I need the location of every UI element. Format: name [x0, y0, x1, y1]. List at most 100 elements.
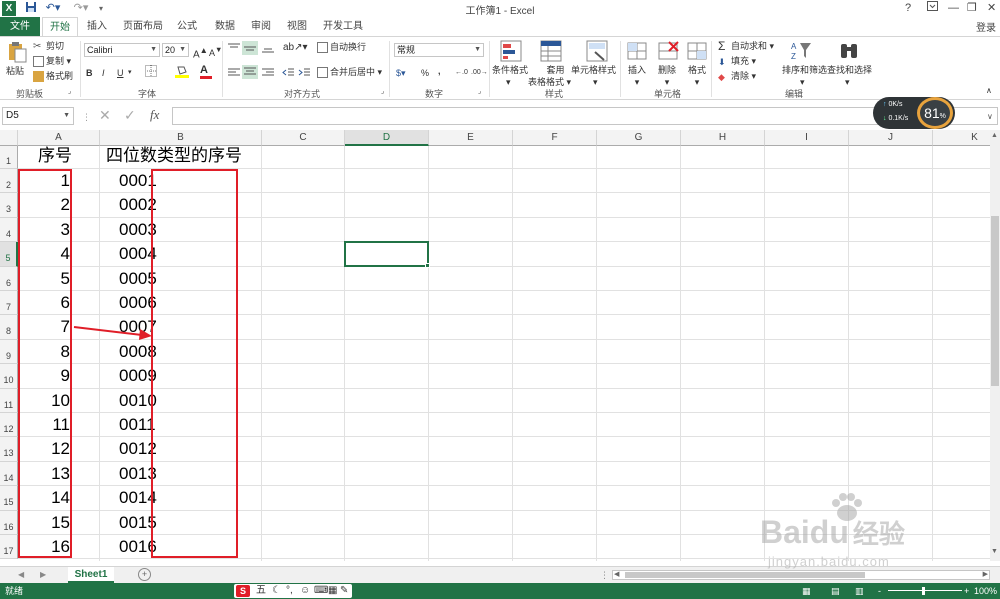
- decrease-indent-icon[interactable]: [282, 67, 294, 81]
- font-color-icon[interactable]: A: [200, 64, 212, 79]
- column-header-j[interactable]: J: [849, 130, 933, 146]
- font-name-combo[interactable]: Calibri ▼: [84, 43, 160, 57]
- previous-sheet-icon[interactable]: ◀: [18, 569, 24, 581]
- delete-cells-button[interactable]: 删除 ▾: [658, 64, 676, 88]
- fill-color-icon[interactable]: [175, 65, 189, 81]
- format-cells-icon[interactable]: [686, 40, 708, 62]
- row-header-10[interactable]: 10: [0, 364, 18, 389]
- format-as-table-button[interactable]: 套用 表格格式 ▾: [528, 64, 571, 88]
- binoculars-icon[interactable]: [838, 40, 860, 62]
- accounting-format-icon[interactable]: $▾: [396, 67, 406, 79]
- format-cells-button[interactable]: 格式 ▾: [688, 64, 706, 88]
- sheet-tab-sheet1[interactable]: Sheet1: [68, 567, 114, 583]
- add-sheet-button[interactable]: +: [138, 568, 151, 581]
- row-header-1[interactable]: 1: [0, 146, 18, 169]
- shrink-font-icon[interactable]: A▼: [209, 44, 222, 59]
- merge-center-button[interactable]: 合并后居中 ▾: [317, 66, 382, 79]
- align-bottom-icon[interactable]: [262, 43, 274, 57]
- row-header-15[interactable]: 15: [0, 486, 18, 511]
- scroll-left-icon[interactable]: ◀: [614, 570, 619, 578]
- help-button[interactable]: ?: [905, 1, 911, 15]
- cell-styles-icon[interactable]: [586, 40, 608, 62]
- cut-button[interactable]: ✂ 剪切: [33, 40, 64, 52]
- align-center-icon[interactable]: [242, 65, 258, 79]
- punctuation-icon[interactable]: °,: [286, 584, 293, 598]
- alignment-launcher-icon[interactable]: ⌟: [381, 87, 384, 95]
- column-header-h[interactable]: H: [681, 130, 765, 146]
- column-header-i[interactable]: I: [765, 130, 849, 146]
- emoji-icon[interactable]: ☺: [300, 584, 310, 598]
- row-header-9[interactable]: 9: [0, 339, 18, 365]
- ribbon-display-icon[interactable]: [927, 1, 938, 15]
- scroll-down-icon[interactable]: ▼: [991, 548, 998, 555]
- find-select-button[interactable]: 查找和选择 ▾: [827, 64, 872, 88]
- row-header-6[interactable]: 6: [0, 266, 18, 291]
- name-box[interactable]: D5 ▼: [2, 107, 74, 125]
- insert-cells-button[interactable]: 插入 ▾: [628, 64, 646, 88]
- italic-button[interactable]: I: [102, 67, 105, 79]
- moon-icon[interactable]: ☾: [272, 584, 281, 598]
- align-middle-icon[interactable]: [242, 41, 258, 55]
- tab-formulas[interactable]: 公式: [172, 17, 202, 36]
- sort-filter-icon[interactable]: AZ: [790, 40, 812, 62]
- vertical-scrollbar[interactable]: ▲ ▼: [990, 130, 1000, 561]
- underline-dropdown-icon[interactable]: ▾: [128, 67, 132, 79]
- close-button[interactable]: ✕: [987, 1, 996, 15]
- tab-review[interactable]: 审阅: [246, 17, 276, 36]
- delete-cells-icon[interactable]: [657, 40, 679, 62]
- align-top-icon[interactable]: [228, 43, 240, 57]
- column-header-d[interactable]: D: [345, 130, 429, 146]
- zoom-in-button[interactable]: +: [964, 583, 969, 599]
- insert-function-button[interactable]: fx: [150, 108, 159, 121]
- cancel-entry-icon[interactable]: ✕: [99, 108, 111, 122]
- scroll-right-icon[interactable]: ▶: [983, 570, 988, 578]
- cell-b1[interactable]: 四位数类型的序号: [106, 144, 266, 168]
- fill-button[interactable]: ⬇ 填充 ▾: [718, 55, 756, 67]
- paste-button[interactable]: 粘贴: [6, 65, 24, 77]
- scroll-up-icon[interactable]: ▲: [991, 132, 998, 139]
- increase-decimal-icon[interactable]: ←.0: [455, 67, 468, 79]
- orientation-icon[interactable]: ab↗▾: [283, 42, 308, 54]
- align-left-icon[interactable]: [228, 67, 240, 81]
- expand-formula-bar-icon[interactable]: ∨: [987, 111, 993, 123]
- percent-button[interactable]: %: [421, 67, 429, 79]
- clipboard-launcher-icon[interactable]: ⌟: [68, 87, 71, 95]
- column-header-f[interactable]: F: [513, 130, 597, 146]
- tab-split-icon[interactable]: ⋮: [600, 569, 609, 581]
- tab-data[interactable]: 数据: [210, 17, 240, 36]
- zoom-slider[interactable]: [888, 590, 962, 591]
- clear-button[interactable]: ◆ 清除 ▾: [718, 70, 756, 82]
- format-as-table-icon[interactable]: [540, 40, 562, 62]
- sort-filter-button[interactable]: 排序和筛选 ▾: [782, 64, 827, 88]
- tab-developer[interactable]: 开发工具: [320, 17, 366, 36]
- fill-handle[interactable]: [425, 262, 430, 268]
- zoom-slider-thumb[interactable]: [922, 587, 925, 595]
- wrap-text-button[interactable]: 自动换行: [317, 41, 366, 54]
- login-link[interactable]: 登录: [976, 19, 996, 34]
- insert-cells-icon[interactable]: [626, 40, 648, 62]
- row-header-7[interactable]: 7: [0, 291, 18, 316]
- column-header-e[interactable]: E: [429, 130, 513, 146]
- tab-home[interactable]: 开始: [42, 17, 78, 36]
- row-header-17[interactable]: 17: [0, 535, 18, 560]
- row-header-12[interactable]: 12: [0, 413, 18, 438]
- page-layout-view-icon[interactable]: ▤: [831, 583, 840, 599]
- keyboard-icon[interactable]: ⌨: [314, 584, 328, 598]
- align-right-icon[interactable]: [262, 67, 274, 81]
- page-break-view-icon[interactable]: ▥: [855, 583, 864, 599]
- row-header-5[interactable]: 5: [0, 242, 18, 267]
- column-header-k[interactable]: K: [933, 130, 990, 146]
- copy-button[interactable]: 复制 ▾: [33, 55, 71, 68]
- grid-icon[interactable]: ▦: [328, 584, 337, 598]
- ime-mode-button[interactable]: 五: [256, 584, 266, 598]
- column-header-c[interactable]: C: [262, 130, 345, 146]
- number-format-combo[interactable]: 常规 ▼: [394, 43, 484, 57]
- borders-icon[interactable]: [145, 65, 157, 80]
- grow-font-icon[interactable]: A▲: [193, 44, 208, 61]
- cell-a1[interactable]: 序号: [38, 144, 98, 168]
- conditional-formatting-icon[interactable]: [500, 40, 522, 62]
- tab-insert[interactable]: 插入: [80, 17, 114, 36]
- row-header-4[interactable]: 4: [0, 217, 18, 243]
- font-size-combo[interactable]: 20 ▼: [162, 43, 189, 57]
- conditional-formatting-button[interactable]: 条件格式 ▾: [492, 64, 528, 88]
